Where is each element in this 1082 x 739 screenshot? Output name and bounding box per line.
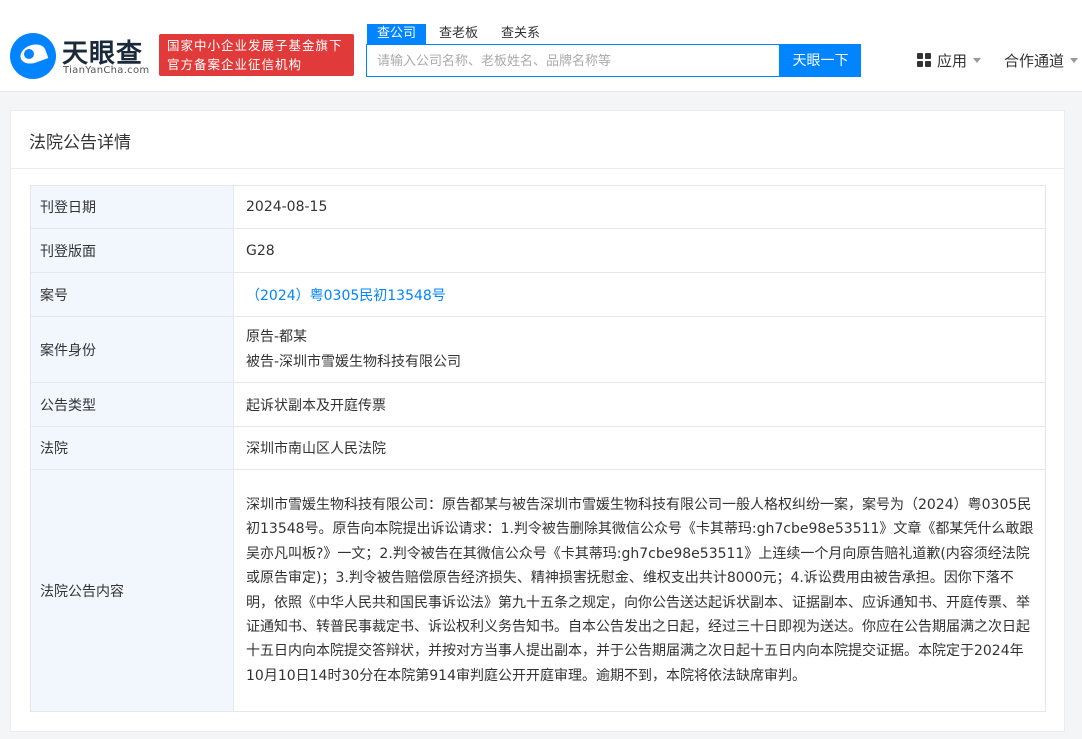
search-input[interactable]	[366, 44, 780, 77]
row-label: 公告类型	[31, 383, 234, 427]
court-notice-card: 法院公告详情 刊登日期 2024-08-15 刊登版面 G28 案号 （2024…	[10, 110, 1065, 732]
nav-cooperation[interactable]: 合作通道	[1004, 50, 1078, 71]
court-value: 深圳市南山区人民法院	[234, 427, 1046, 470]
notice-content-value: 深圳市雪媛生物科技有限公司：原告都某与被告深圳市雪媛生物科技有限公司一般人格权纠…	[234, 470, 1046, 712]
row-label: 法院公告内容	[31, 470, 234, 712]
row-label: 法院	[31, 427, 234, 470]
tab-boss[interactable]: 查老板	[439, 24, 478, 44]
tab-relation[interactable]: 查关系	[501, 24, 540, 44]
table-row: 法院 深圳市南山区人民法院	[31, 427, 1046, 470]
table-row: 法院公告内容 深圳市雪媛生物科技有限公司：原告都某与被告深圳市雪媛生物科技有限公…	[31, 470, 1046, 712]
row-label: 案号	[31, 273, 234, 317]
nav-apps-label: 应用	[937, 52, 967, 70]
table-row: 公告类型 起诉状副本及开庭传票	[31, 383, 1046, 427]
table-row: 案件身份 原告-都某 被告-深圳市雪媛生物科技有限公司	[31, 317, 1046, 383]
chevron-down-icon	[973, 58, 981, 63]
notice-type-value: 起诉状副本及开庭传票	[234, 383, 1046, 427]
page-title: 法院公告详情	[29, 128, 131, 153]
site-logo[interactable]: 天眼查 TianYanCha.com	[10, 33, 150, 79]
table-row: 刊登版面 G28	[31, 229, 1046, 273]
row-label: 案件身份	[31, 317, 234, 383]
chevron-down-icon	[1070, 58, 1078, 63]
publish-date-value: 2024-08-15	[234, 186, 1046, 229]
tab-company[interactable]: 查公司	[367, 24, 426, 44]
row-label: 刊登版面	[31, 229, 234, 273]
logo-eye-icon	[10, 33, 56, 79]
nav-apps[interactable]: 应用	[917, 50, 981, 71]
table-row: 刊登日期 2024-08-15	[31, 186, 1046, 229]
plaintiff-value: 原告-都某	[246, 325, 1035, 350]
badge-line-1: 国家中小企业发展子基金旗下	[167, 36, 354, 55]
grid-icon	[917, 53, 931, 67]
logo-domain: TianYanCha.com	[63, 65, 149, 76]
search-button[interactable]: 天眼一下	[780, 44, 861, 77]
badge-line-2: 官方备案企业征信机构	[167, 55, 354, 74]
table-row: 案号 （2024）粤0305民初13548号	[31, 273, 1046, 317]
defendant-value: 被告-深圳市雪媛生物科技有限公司	[246, 350, 1035, 375]
credit-badge: 国家中小企业发展子基金旗下 官方备案企业征信机构	[159, 34, 354, 76]
row-label: 刊登日期	[31, 186, 234, 229]
publish-page-value: G28	[234, 229, 1046, 273]
case-number-link[interactable]: （2024）粤0305民初13548号	[246, 288, 446, 304]
divider	[11, 168, 1064, 169]
top-header: 天眼查 TianYanCha.com 国家中小企业发展子基金旗下 官方备案企业征…	[0, 0, 1082, 92]
notice-detail-table: 刊登日期 2024-08-15 刊登版面 G28 案号 （2024）粤0305民…	[30, 185, 1046, 712]
nav-cooperation-label: 合作通道	[1004, 52, 1064, 70]
